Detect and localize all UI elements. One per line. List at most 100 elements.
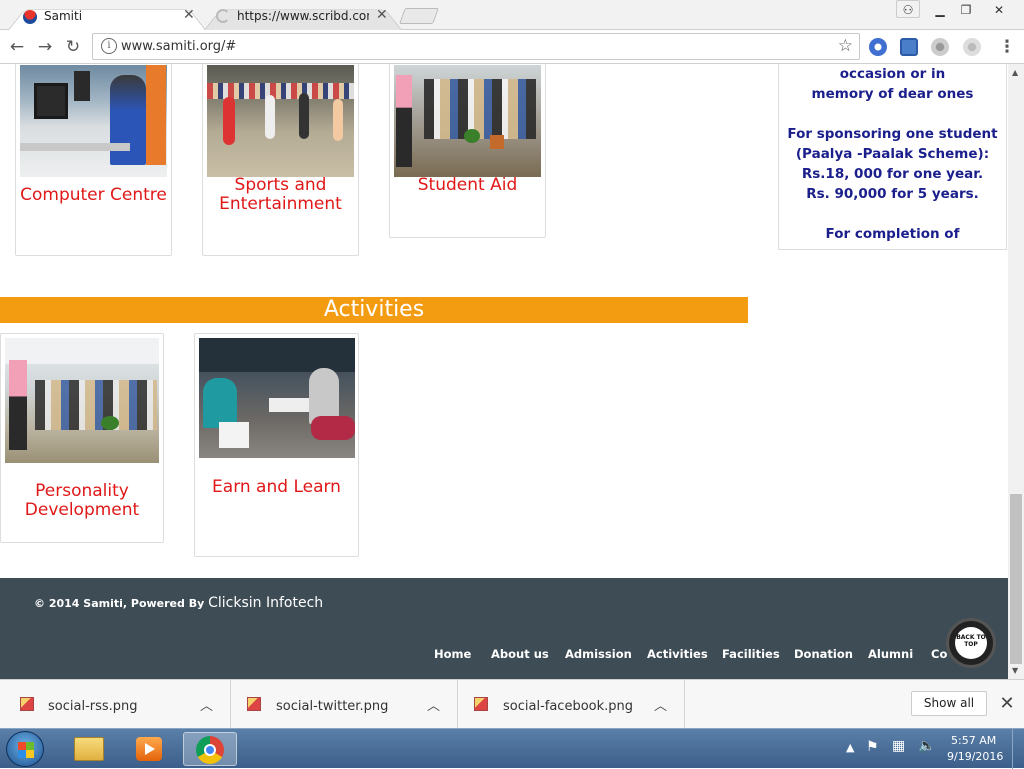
footer-link-facilities[interactable]: Facilities [722,647,780,661]
tab-label: https://www.scribd.com/ [237,9,369,23]
play-icon [145,743,155,755]
arrow-left-icon: ← [9,37,25,57]
user-profile-button[interactable]: ⚇ [896,0,920,18]
powered-by-link[interactable]: Clicksin Infotech [208,595,323,611]
student-aid-photo [394,65,541,177]
show-all-downloads-button[interactable]: Show all [911,691,987,716]
tab-label: Samiti [44,9,83,23]
footer-link-alumni[interactable]: Alumni [868,647,913,661]
close-window-button[interactable]: ✕ [980,1,1018,19]
scroll-up-icon[interactable]: ▲ [1012,68,1018,77]
taskbar-media-player[interactable] [122,732,176,766]
user-icon: ⚇ [902,3,914,17]
card-title[interactable]: Earn and Learn [195,478,358,497]
chevron-up-icon[interactable]: ︿ [654,695,667,714]
info-icon[interactable]: i [101,38,117,54]
footer-link-activities[interactable]: Activities [647,647,708,661]
copyright-label: © 2014 Samiti, Powered By [34,597,205,610]
image-file-icon [247,697,261,711]
back-button[interactable]: ← [6,37,28,57]
folder-icon [74,737,104,761]
tab-scribd[interactable]: https://www.scribd.com/ ✕ [204,4,402,30]
donation-line: Rs.18, 000 for one year. [801,166,984,182]
download-item[interactable]: social-twitter.png ︿ [231,680,458,729]
download-filename[interactable]: social-facebook.png [503,699,633,714]
back-to-top-icon: BACK TO TOP [955,627,987,659]
extension-grey-icon-2[interactable] [963,38,981,56]
minimize-button[interactable]: ▁ [926,1,954,19]
activities-heading: Activities [0,297,748,323]
page-scrollbar[interactable]: ▲ ▼ [1008,64,1024,679]
footer-link-contact[interactable]: Co [931,647,947,661]
extension-square-icon[interactable] [900,38,918,56]
taskbar-explorer[interactable] [62,732,116,766]
tab-samiti[interactable]: Samiti ✕ [8,4,206,30]
download-item[interactable]: social-rss.png ︿ [0,680,231,729]
download-filename[interactable]: social-twitter.png [276,699,388,714]
card-title[interactable]: Student Aid [390,176,545,195]
downloads-bar: social-rss.png ︿ social-twitter.png ︿ so… [0,679,1024,729]
reload-button[interactable]: ↻ [62,37,84,57]
download-filename[interactable]: social-rss.png [48,699,138,714]
footer-link-admission[interactable]: Admission [565,647,632,661]
start-button[interactable] [6,731,44,767]
card-title[interactable]: Personality Development [1,482,163,520]
card-title[interactable]: Computer Centre [16,186,171,205]
close-downloads-bar-button[interactable]: ✕ [995,691,1019,716]
show-hidden-icons[interactable]: ▲ [846,741,854,754]
card-earn-and-learn[interactable]: Earn and Learn [194,333,359,557]
volume-muted-icon[interactable]: 🔈 [918,738,935,754]
donation-line [779,104,1006,124]
card-student-aid[interactable]: Student Aid [389,64,546,238]
download-item[interactable]: social-facebook.png ︿ [458,680,685,729]
extension-grey-icon[interactable] [931,38,949,56]
browser-toolbar: ← → ↻ i www.samiti.org/# ☆ ⋮ [0,30,1024,64]
card-personality-development[interactable]: Personality Development [0,333,164,543]
card-sports-entertainment[interactable]: Sports and Entertainment [202,64,359,256]
new-tab-button[interactable] [399,8,439,24]
back-to-top-button[interactable]: BACK TO TOP [946,618,996,668]
scrollbar-thumb[interactable] [1010,494,1022,664]
maximize-button[interactable]: ❐ [952,1,980,19]
tab-close-icon[interactable]: ✕ [183,7,195,23]
reload-icon: ↻ [65,37,81,57]
close-icon: ✕ [993,3,1005,17]
clock-date[interactable]: 9/19/2016 [947,750,1003,763]
back-to-top-label: BACK TO TOP [956,634,986,648]
donation-line: occasion or in [839,66,946,82]
action-center-icon[interactable]: ⚑ [866,739,879,755]
donation-line: For completion of [825,226,960,242]
personality-development-photo [5,338,159,463]
clock-time[interactable]: 5:57 AM [951,734,996,747]
kebab-menu-icon: ⋮ [998,37,1016,57]
close-icon: ✕ [999,693,1015,714]
network-icon[interactable]: ▦ [892,738,905,754]
chrome-menu-button[interactable]: ⋮ [996,37,1018,57]
scroll-down-icon[interactable]: ▼ [1012,666,1018,675]
donation-info-box: occasion or in memory of dear ones For s… [778,64,1007,250]
address-bar[interactable]: i www.samiti.org/# ☆ [92,33,860,60]
donation-line: Rs. 90,000 for 5 years. [806,186,979,202]
footer-link-about[interactable]: About us [491,647,549,661]
copyright-text: © 2014 Samiti, Powered By Clicksin Infot… [34,595,323,611]
loading-spinner-icon [216,9,230,23]
chevron-up-icon[interactable]: ︿ [427,695,440,714]
card-computer-centre[interactable]: Computer Centre [15,64,172,256]
extension-globe-icon[interactable] [869,38,887,56]
card-title[interactable]: Sports and Entertainment [203,176,358,214]
footer-link-donation[interactable]: Donation [794,647,853,661]
tab-close-icon[interactable]: ✕ [376,7,388,23]
show-desktop-button[interactable] [1012,729,1024,769]
taskbar-chrome[interactable] [183,732,237,766]
chevron-up-icon[interactable]: ︿ [200,695,213,714]
image-file-icon [20,697,34,711]
computer-centre-photo [20,65,167,177]
browser-titlebar: Samiti ✕ https://www.scribd.com/ ✕ ⚇ ▁ ❐… [0,0,1024,30]
restore-icon: ❐ [960,3,972,17]
footer-link-home[interactable]: Home [434,647,471,661]
page-viewport: Computer Centre Sports and Entertainment… [0,64,1008,679]
url-text[interactable]: www.samiti.org/# [121,39,236,54]
forward-button[interactable]: → [34,37,56,57]
bookmark-star-icon[interactable]: ☆ [838,36,853,56]
site-footer: © 2014 Samiti, Powered By Clicksin Infot… [0,578,1008,679]
